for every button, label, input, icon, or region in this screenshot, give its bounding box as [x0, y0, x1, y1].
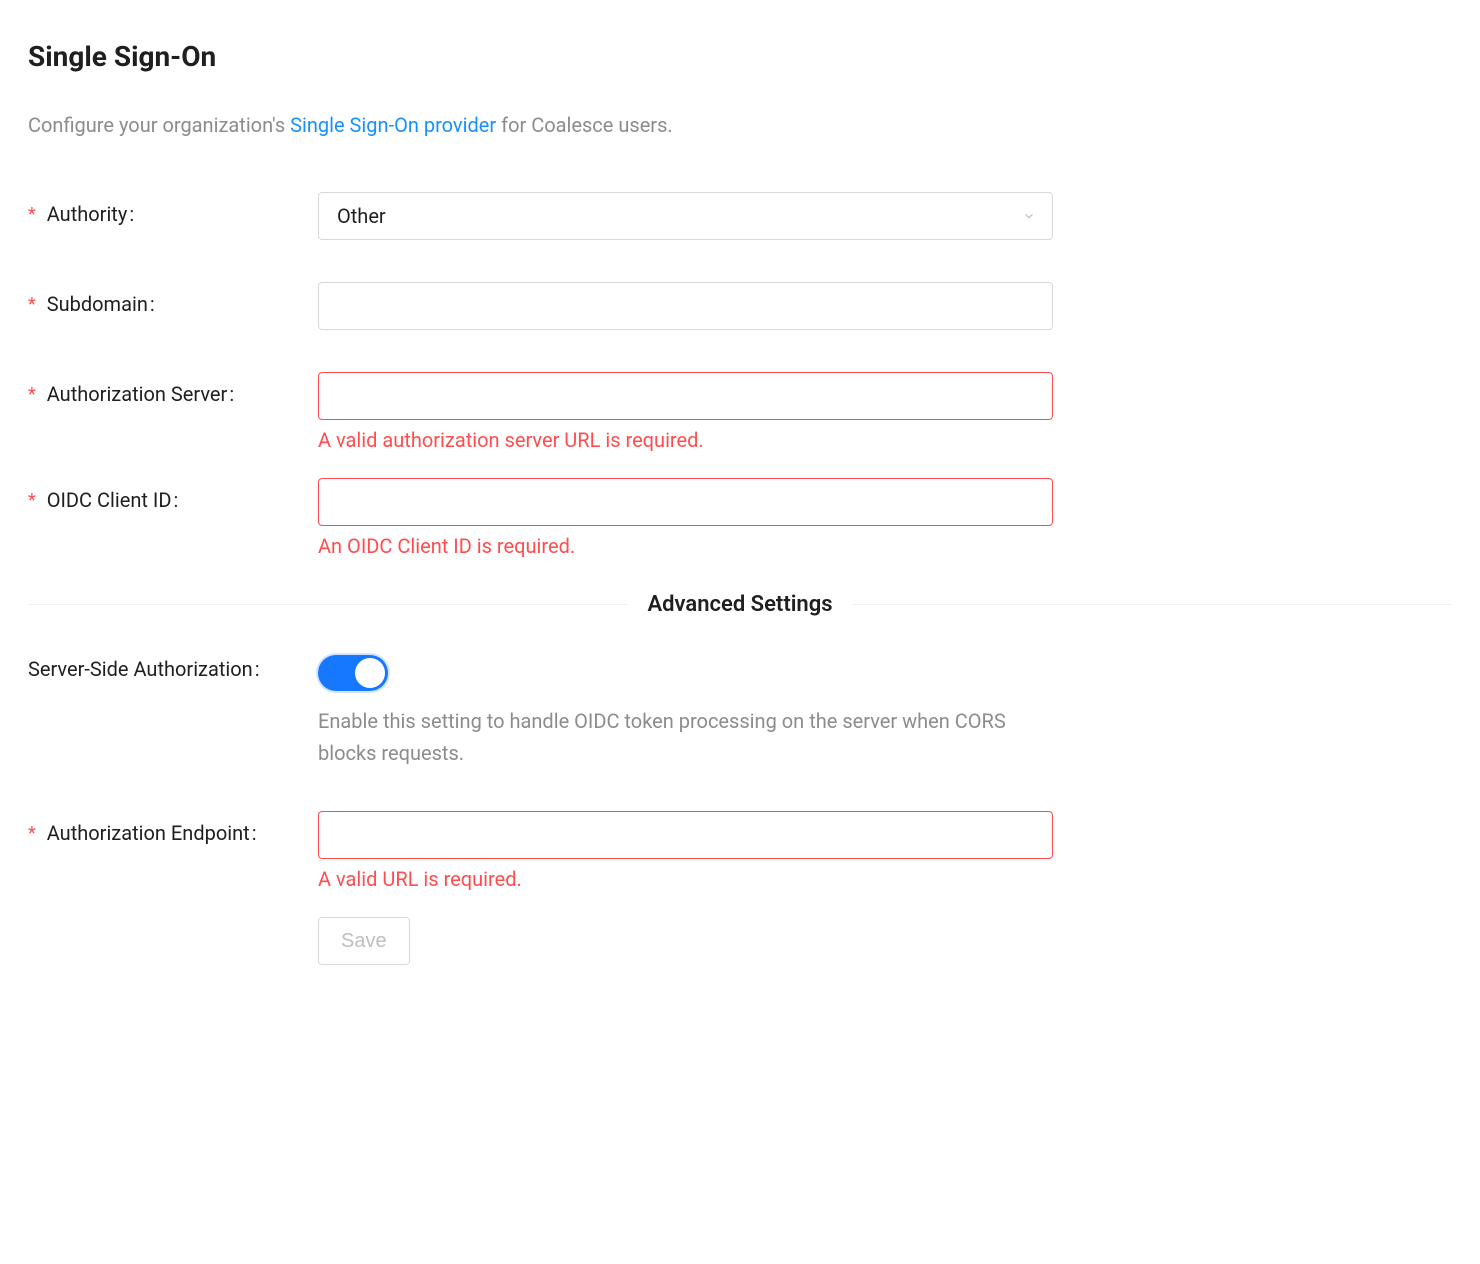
authorization-server-label: Authorization Server:: [28, 372, 318, 406]
oidc-client-id-label: OIDC Client ID:: [28, 478, 318, 512]
page-title: Single Sign-On: [28, 40, 1452, 73]
authorization-endpoint-label: Authorization Endpoint:: [28, 811, 318, 845]
field-oidc-client-id: OIDC Client ID: An OIDC Client ID is req…: [28, 478, 1452, 574]
server-side-authorization-toggle[interactable]: [318, 655, 388, 691]
save-row: Save: [28, 917, 1452, 965]
subtitle-suffix: for Coalesce users.: [496, 113, 673, 137]
subtitle-prefix: Configure your organization's: [28, 113, 290, 137]
authority-select[interactable]: Other: [318, 192, 1053, 240]
chevron-down-icon: [1022, 204, 1036, 228]
field-authorization-server: Authorization Server: A valid authorizat…: [28, 372, 1452, 468]
subdomain-input[interactable]: [318, 282, 1053, 330]
oidc-client-id-error: An OIDC Client ID is required.: [318, 534, 1053, 558]
authorization-server-input[interactable]: [318, 372, 1053, 420]
subdomain-label: Subdomain:: [28, 282, 318, 316]
advanced-settings-title: Advanced Settings: [627, 592, 852, 617]
page-subtitle: Configure your organization's Single Sig…: [28, 113, 1452, 137]
server-side-authorization-label: Server-Side Authorization:: [28, 651, 318, 681]
authority-label: Authority:: [28, 192, 318, 226]
sso-provider-link[interactable]: Single Sign-On provider: [290, 113, 496, 137]
authorization-server-error: A valid authorization server URL is requ…: [318, 428, 1053, 452]
authorization-endpoint-error: A valid URL is required.: [318, 867, 1053, 891]
field-subdomain: Subdomain:: [28, 282, 1452, 330]
oidc-client-id-input[interactable]: [318, 478, 1053, 526]
field-server-side-authorization: Server-Side Authorization: Enable this s…: [28, 651, 1452, 769]
field-authority: Authority: Other: [28, 192, 1452, 240]
toggle-knob: [355, 658, 385, 688]
field-authorization-endpoint: Authorization Endpoint: A valid URL is r…: [28, 811, 1452, 907]
authority-select-value: Other: [337, 204, 386, 228]
save-button[interactable]: Save: [318, 917, 410, 965]
advanced-settings-divider: Advanced Settings: [28, 592, 1452, 617]
server-side-authorization-help: Enable this setting to handle OIDC token…: [318, 705, 1053, 769]
authorization-endpoint-input[interactable]: [318, 811, 1053, 859]
